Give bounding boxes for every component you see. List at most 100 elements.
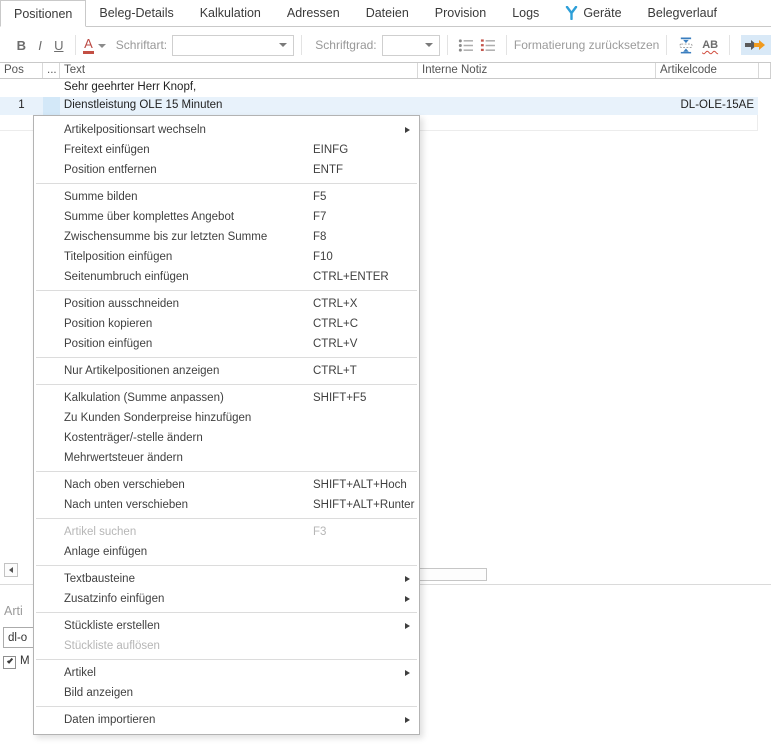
menu-item-shortcut: SHIFT+F5 (313, 388, 366, 408)
column-header-interne-notiz[interactable]: Interne Notiz (418, 63, 656, 78)
menu-item-label: Kalkulation (Summe anpassen) (64, 392, 224, 404)
font-color-button[interactable]: A (83, 36, 106, 54)
menu-separator (36, 659, 417, 660)
scroll-left-button[interactable] (4, 563, 18, 577)
menu-item-shortcut: F3 (313, 522, 326, 542)
menu-item-summe-über-komplettes-angebot[interactable]: Summe über komplettes AngebotF7 (34, 207, 419, 227)
tab-label: Beleg-Details (99, 6, 173, 20)
menu-item-label: Freitext einfügen (64, 144, 150, 156)
menu-item-position-entfernen[interactable]: Position entfernenENTF (34, 160, 419, 180)
menu-item-bild-anzeigen[interactable]: Bild anzeigen (34, 683, 419, 703)
toolbar-separator (666, 35, 667, 55)
menu-item-label: Zu Kunden Sonderpreise hinzufügen (64, 412, 251, 424)
tab-belegverlauf[interactable]: Belegverlauf (635, 0, 731, 26)
bullet-list-icon[interactable] (458, 38, 474, 53)
menu-item-daten-importieren[interactable]: Daten importieren (34, 710, 419, 730)
italic-button[interactable]: I (31, 38, 50, 53)
tab-label: Logs (512, 6, 539, 20)
numbered-list-icon[interactable] (480, 38, 496, 53)
menu-item-zu-kunden-sonderpreise-hinzufügen[interactable]: Zu Kunden Sonderpreise hinzufügen (34, 408, 419, 428)
tab-dateien[interactable]: Dateien (353, 0, 422, 26)
menu-item-summe-bilden[interactable]: Summe bildenF5 (34, 187, 419, 207)
menu-item-shortcut: CTRL+T (313, 361, 357, 381)
horizontal-scrollbar-thumb[interactable] (418, 568, 487, 581)
menu-item-position-ausschneiden[interactable]: Position ausschneidenCTRL+X (34, 294, 419, 314)
chevron-down-icon[interactable] (98, 44, 106, 48)
menu-item-label: Anlage einfügen (64, 546, 147, 558)
cell-text: Sehr geehrter Herr Knopf, (60, 79, 418, 97)
bold-button[interactable]: B (12, 38, 31, 53)
menu-item-position-einfügen[interactable]: Position einfügenCTRL+V (34, 334, 419, 354)
menu-item-label: Stückliste auflösen (64, 640, 160, 652)
menu-item-shortcut: CTRL+C (313, 314, 358, 334)
menu-item-nur-artikelpositionen-anzeigen[interactable]: Nur Artikelpositionen anzeigen CTRL+T (34, 361, 419, 381)
menu-item-label: Nur Artikelpositionen anzeigen (64, 365, 219, 377)
menu-item-stückliste-erstellen[interactable]: Stückliste erstellen (34, 616, 419, 636)
reset-formatting-button[interactable]: Formatierung zurücksetzen (514, 38, 659, 52)
menu-item-nach-unten-verschieben[interactable]: Nach unten verschiebenSHIFT+ALT+Runter (34, 495, 419, 515)
tab-label: Belegverlauf (648, 6, 718, 20)
table-row[interactable]: Sehr geehrter Herr Knopf, (0, 79, 758, 97)
menu-item-nach-oben-verschieben[interactable]: Nach oben verschiebenSHIFT+ALT+Hoch (34, 475, 419, 495)
menu-item-seitenumbruch-einfügen[interactable]: Seitenumbruch einfügenCTRL+ENTER (34, 267, 419, 287)
menu-item-label: Stückliste erstellen (64, 620, 160, 632)
menu-item-shortcut: F7 (313, 207, 326, 227)
menu-item-zwischensumme-bis-zur-letzten-summe[interactable]: Zwischensumme bis zur letzten SummeF8 (34, 227, 419, 247)
tab-positionen[interactable]: Positionen (0, 0, 86, 27)
tab-geräte[interactable]: Geräte (552, 0, 634, 26)
spellcheck-icon[interactable]: AB (702, 39, 718, 51)
menu-item-artikel-suchen: Artikel suchenF3 (34, 522, 419, 542)
column-header-pos[interactable]: Pos (0, 63, 43, 78)
cell-dots (43, 79, 60, 97)
cell-dots (43, 97, 60, 115)
menu-item-artikel[interactable]: Artikel (34, 663, 419, 683)
device-branch-icon (565, 6, 578, 20)
menu-item-textbausteine[interactable]: Textbausteine (34, 569, 419, 589)
menu-item-label: Nach unten verschieben (64, 499, 188, 511)
menu-item-shortcut: EINFG (313, 140, 348, 160)
font-size-label: Schriftgrad: (315, 38, 376, 52)
menu-item-label: Zusatzinfo einfügen (64, 593, 164, 605)
column-header-text[interactable]: Text (60, 63, 418, 78)
submenu-arrow-icon (405, 670, 410, 676)
tab-label: Dateien (366, 6, 409, 20)
menu-item-kalkulation-summe-anpassen[interactable]: Kalkulation (Summe anpassen) SHIFT+F5 (34, 388, 419, 408)
tab-logs[interactable]: Logs (499, 0, 552, 26)
menu-separator (36, 471, 417, 472)
font-size-select[interactable] (382, 35, 441, 56)
menu-item-shortcut: F10 (313, 247, 333, 267)
jump-to-next-toggle[interactable] (741, 35, 771, 55)
column-header-artikelcode[interactable]: Artikelcode (656, 63, 759, 78)
menu-item-label: Position entfernen (64, 164, 157, 176)
menu-item-artikelpositionsart-wechseln[interactable]: Artikelpositionsart wechseln (34, 120, 419, 140)
menu-item-freitext-einfügen[interactable]: Freitext einfügen EINFG (34, 140, 419, 160)
tab-kalkulation[interactable]: Kalkulation (187, 0, 274, 26)
checkmark-icon (7, 657, 13, 663)
menu-separator (36, 518, 417, 519)
tab-adressen[interactable]: Adressen (274, 0, 353, 26)
tab-beleg-details[interactable]: Beleg-Details (86, 0, 186, 26)
page-break-icon[interactable] (678, 36, 694, 54)
menu-item-titelposition-einfügen[interactable]: Titelposition einfügenF10 (34, 247, 419, 267)
menu-item-zusatzinfo-einfügen[interactable]: Zusatzinfo einfügen (34, 589, 419, 609)
menu-item-label: Position einfügen (64, 338, 152, 350)
underline-button[interactable]: U (49, 38, 68, 53)
cell-note (417, 97, 655, 115)
table-row[interactable]: 1Dienstleistung OLE 15 MinutenDL-OLE-15A… (0, 97, 758, 115)
column-header-[interactable]: ... (43, 63, 60, 78)
font-name-select[interactable] (172, 35, 294, 56)
menu-item-position-kopieren[interactable]: Position kopieren CTRL+C (34, 314, 419, 334)
menu-separator (36, 706, 417, 707)
menu-item-label: Daten importieren (64, 714, 155, 726)
menu-item-label: Textbausteine (64, 573, 135, 585)
menu-item-label: Position kopieren (64, 318, 152, 330)
menu-item-label: Nach oben verschieben (64, 479, 185, 491)
menu-item-anlage-einfügen[interactable]: Anlage einfügen (34, 542, 419, 562)
tab-provision[interactable]: Provision (422, 0, 499, 26)
menu-item-mehrwertsteuer-ändern[interactable]: Mehrwertsteuer ändern (34, 448, 419, 468)
menu-item-label: Summe bilden (64, 191, 138, 203)
article-checkbox[interactable] (3, 656, 16, 669)
menu-item-label: Seitenumbruch einfügen (64, 271, 189, 283)
menu-separator (36, 290, 417, 291)
menu-item-kostenträger-stelle-ändern[interactable]: Kostenträger/-stelle ändern (34, 428, 419, 448)
